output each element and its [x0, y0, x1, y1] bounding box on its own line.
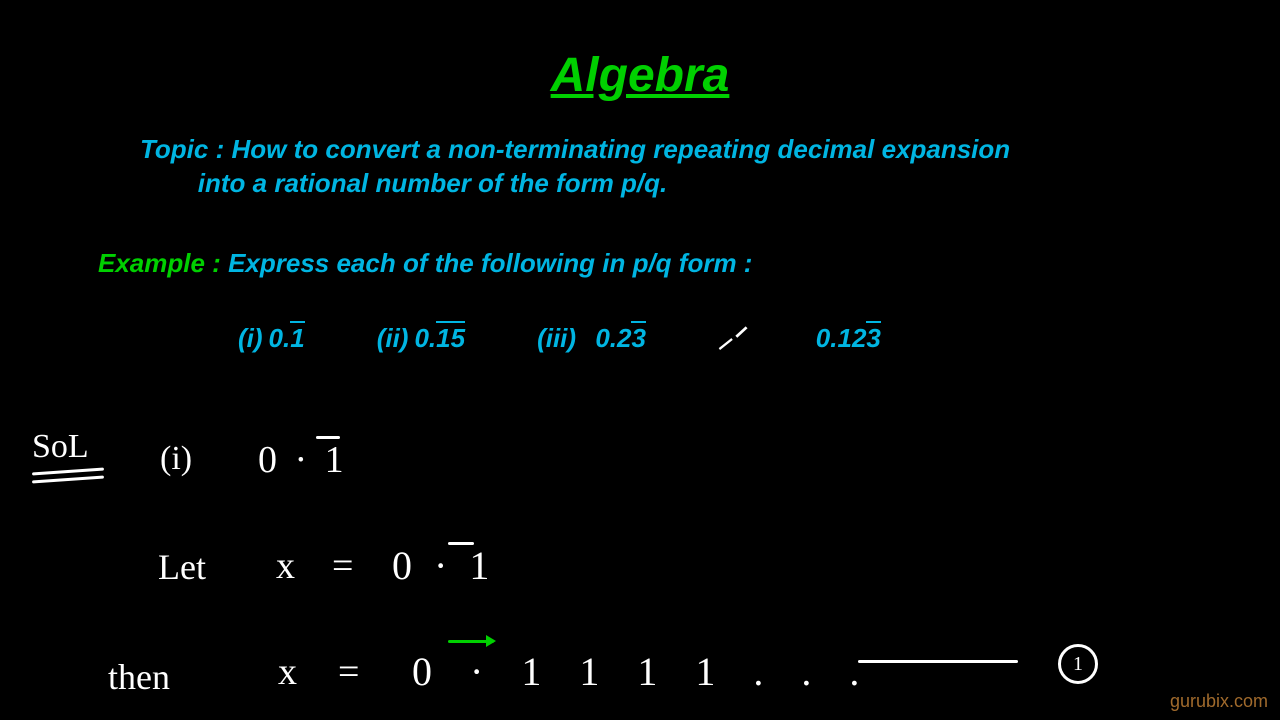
watermark: gurubix.com	[1170, 691, 1268, 712]
hw-let: Let	[158, 546, 206, 588]
hw-x-2: x	[278, 650, 297, 694]
equation-dash	[858, 660, 1018, 663]
arrow-icon	[448, 640, 494, 643]
cursor-mark: ⸝ᐟ	[718, 318, 744, 356]
item-i-base: 0.	[269, 323, 291, 353]
item-iv: 0.123	[816, 323, 881, 354]
hw-zero-bar-2: 0 · 1	[392, 542, 495, 589]
solution-underline	[32, 470, 104, 484]
item-ii-base: 0.	[414, 323, 436, 353]
topic-block: Topic : How to convert a non-terminating…	[140, 132, 1010, 200]
item-i-label: (i)	[238, 323, 263, 354]
example-label: Example :	[98, 248, 228, 278]
item-iii-label: (iii)	[537, 323, 576, 354]
hw-part-i: (i)	[160, 440, 192, 478]
hw-expansion: 0 · 1 1 1 1 . . .	[412, 648, 873, 695]
hw-zero-bar-1: 0 · 1	[258, 438, 348, 482]
page-title: Algebra	[0, 48, 1280, 103]
item-iii-base: 0.2	[595, 323, 631, 353]
hw-bar-1	[316, 436, 340, 439]
example-items: (i) 0.1 (ii) 0.15 (iii) 0.23 ⸝ᐟ 0.123	[238, 318, 881, 356]
example-text: Express each of the following in p/q for…	[228, 248, 752, 278]
item-i-rep: 1	[290, 323, 304, 354]
hw-eq-1: =	[332, 544, 353, 588]
topic-text-line2: into a rational number of the form p/q.	[198, 168, 667, 198]
item-iii: (iii) 0.23	[537, 323, 646, 354]
item-iii-rep: 3	[631, 323, 645, 354]
item-i: (i) 0.1	[238, 323, 305, 354]
hw-then: then	[108, 656, 170, 698]
example-line: Example : Express each of the following …	[98, 248, 752, 279]
topic-text-line1: How to convert a non-terminating repeati…	[231, 134, 1010, 164]
item-iv-base: 0.12	[816, 323, 867, 353]
hw-x-1: x	[276, 544, 295, 588]
item-ii: (ii) 0.15	[377, 323, 465, 354]
item-iv-rep: 3	[866, 323, 880, 354]
solution-label: SoL	[32, 428, 89, 466]
hw-bar-2	[448, 542, 474, 545]
equation-number: 1	[1058, 644, 1098, 684]
item-ii-rep: 15	[436, 323, 465, 354]
topic-label: Topic :	[140, 134, 231, 164]
hw-eq-2: =	[338, 650, 359, 694]
item-ii-label: (ii)	[377, 323, 409, 354]
